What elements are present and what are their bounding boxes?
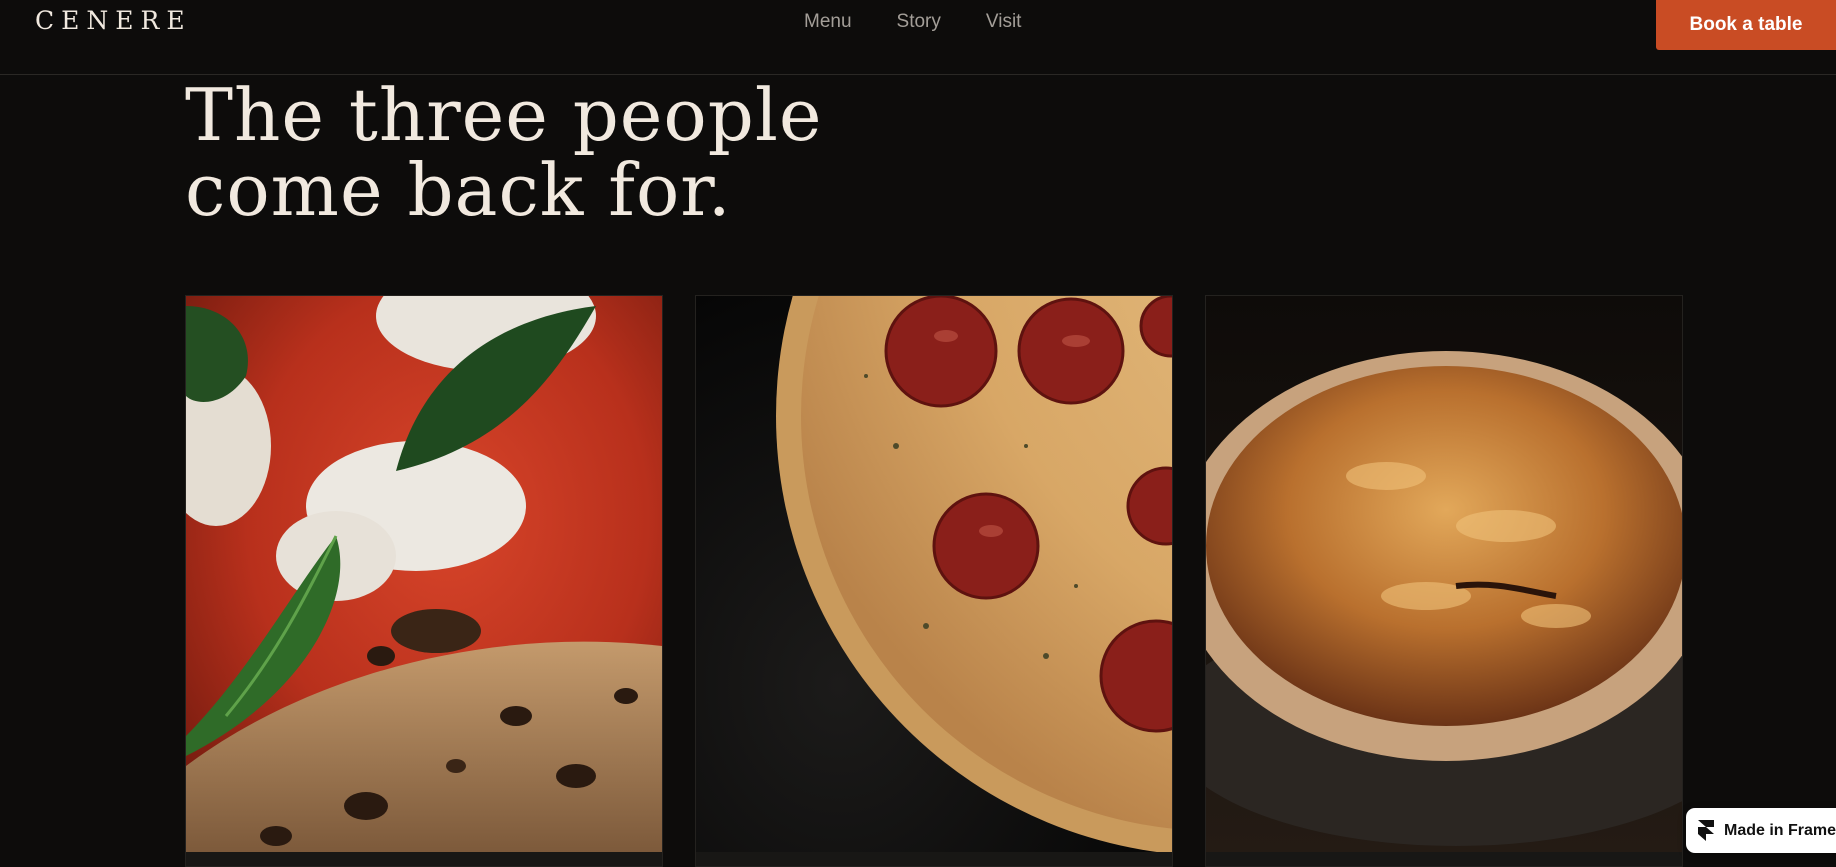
pizza-photo-pepperoni bbox=[696, 296, 1172, 852]
top-nav: CENERE Menu Story Visit Book a table bbox=[0, 0, 1836, 75]
framer-badge-label: Made in Framer bbox=[1724, 821, 1836, 839]
nav-link-visit[interactable]: Visit bbox=[986, 10, 1022, 34]
pizza-card-2[interactable] bbox=[695, 295, 1173, 867]
nav-link-story[interactable]: Story bbox=[897, 10, 941, 34]
pizza-card-3[interactable] bbox=[1205, 295, 1683, 867]
headline-line-1: The three people bbox=[185, 73, 823, 157]
brand-logo[interactable]: CENERE bbox=[35, 6, 192, 36]
framer-icon bbox=[1698, 819, 1714, 841]
section-headline: The three people come back for. bbox=[185, 78, 1085, 228]
nav-links: Menu Story Visit bbox=[804, 10, 1021, 34]
nav-link-menu[interactable]: Menu bbox=[804, 10, 852, 34]
book-table-button[interactable]: Book a table bbox=[1656, 0, 1836, 50]
pizza-photo-margherita bbox=[186, 296, 662, 852]
pizza-photo-cheese bbox=[1206, 296, 1682, 852]
made-in-framer-badge[interactable]: Made in Framer bbox=[1686, 808, 1836, 853]
headline-line-2: come back for. bbox=[185, 148, 732, 232]
pizza-card-1[interactable] bbox=[185, 295, 663, 867]
